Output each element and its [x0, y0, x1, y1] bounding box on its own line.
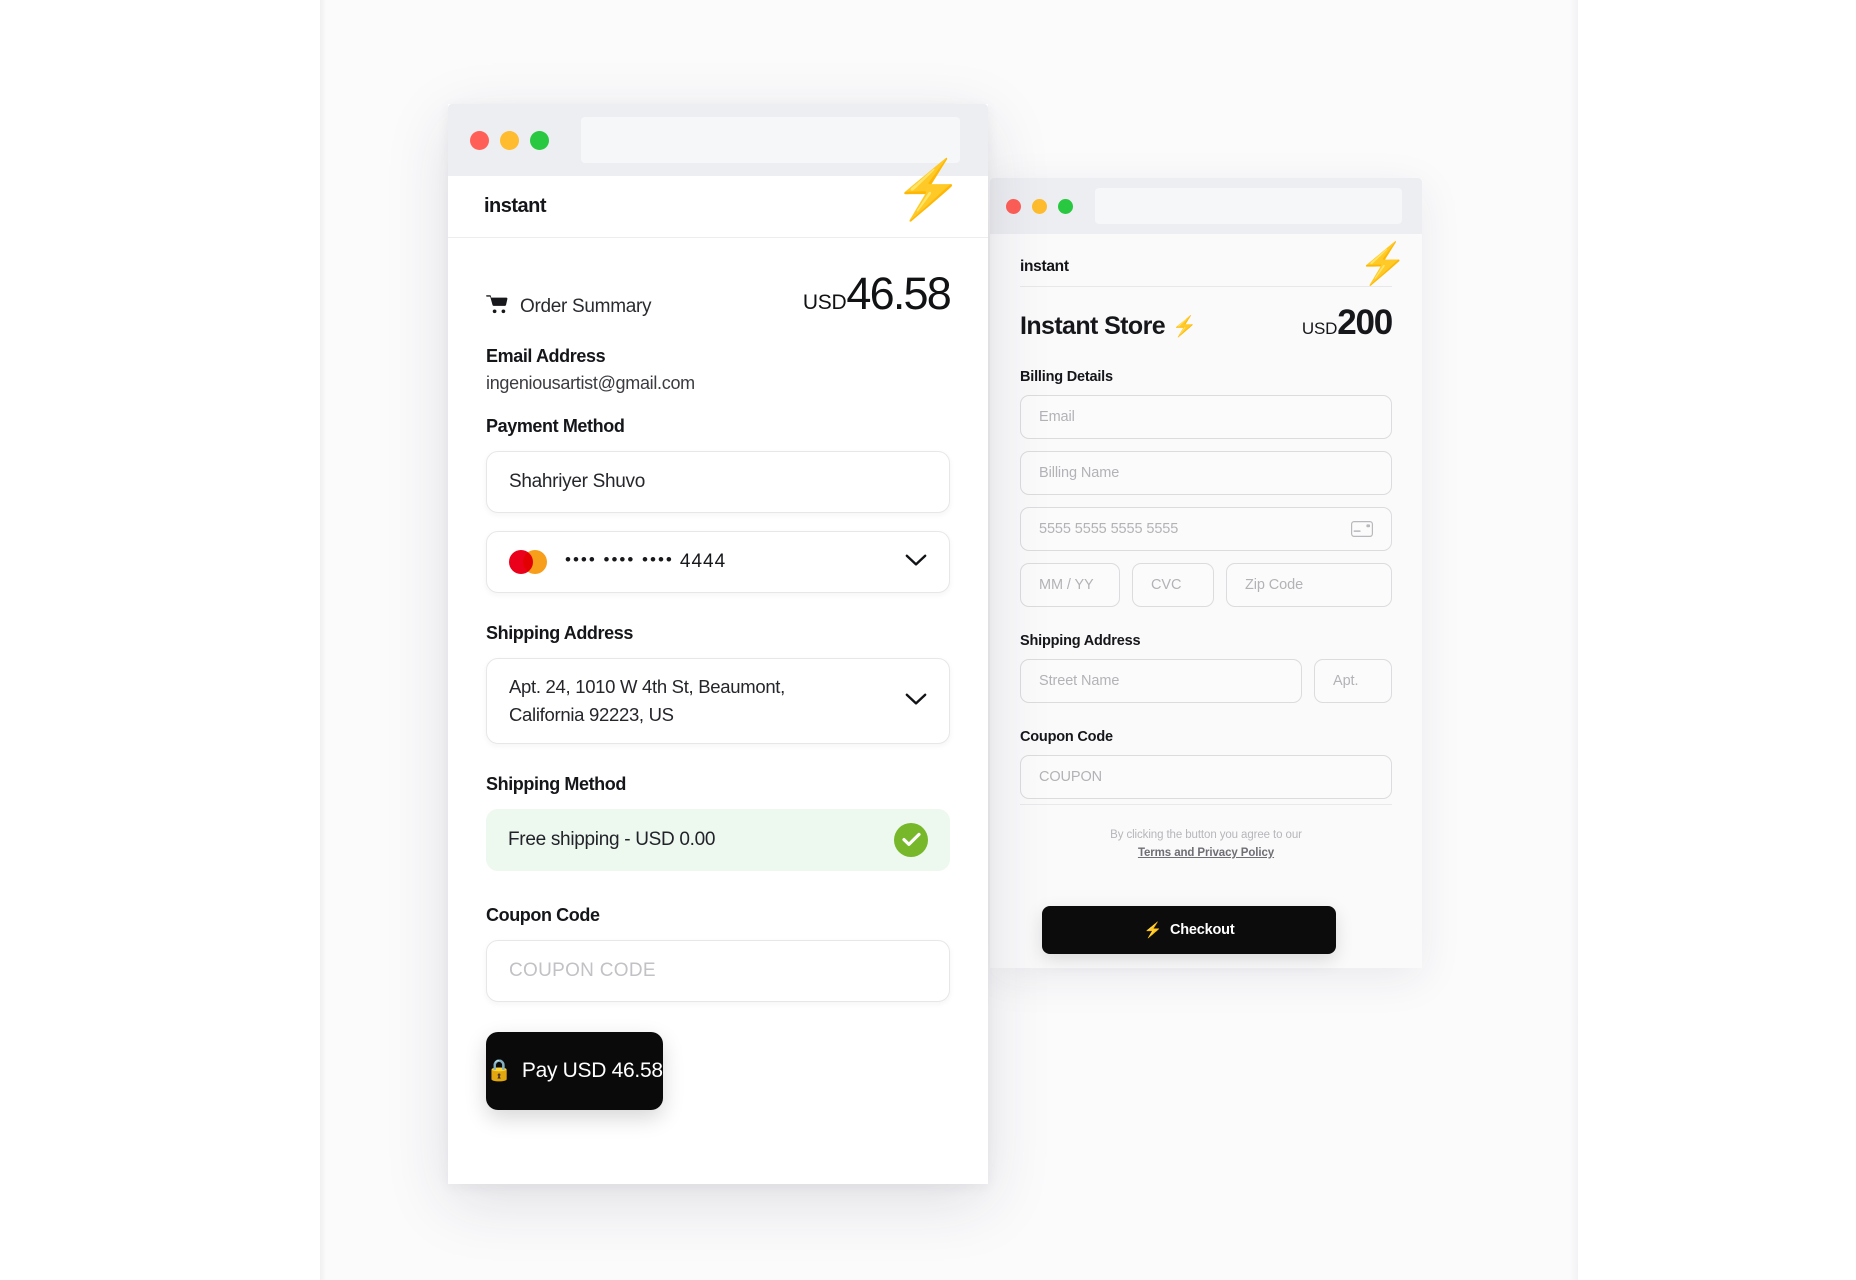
order-summary-row: Order Summary USD 46.58 [448, 238, 988, 320]
shipping-method-option[interactable]: Free shipping - USD 0.00 [486, 808, 950, 871]
right-window-content: instant ⚡ Instant Store ⚡ USD 200 Billin… [990, 244, 1422, 992]
close-window-button[interactable] [470, 130, 489, 150]
lightning-bolt-icon: ⚡ [1143, 922, 1163, 939]
right-brand-row: instant ⚡ [1020, 244, 1408, 287]
saved-card-info: •••• •••• •••• 4444 [509, 550, 905, 574]
right-browser-window: instant ⚡ Instant Store ⚡ USD 200 Billin… [990, 178, 1422, 968]
chevron-down-icon[interactable] [905, 551, 927, 573]
left-brand-label: instant [484, 195, 547, 217]
left-total-currency: USD [802, 291, 847, 314]
saved-card-selector[interactable]: •••• •••• •••• 4444 [486, 531, 950, 593]
minimize-window-button[interactable] [1032, 198, 1047, 214]
card-extra-row: MM / YY CVC Zip Code [1020, 563, 1392, 607]
right-window-traffic-lights [1006, 198, 1073, 214]
terms-notice: By clicking the button you agree to our … [1020, 804, 1392, 863]
payment-method-label: Payment Method [486, 416, 625, 436]
credit-card-icon [1351, 521, 1373, 537]
close-window-button[interactable] [1006, 198, 1021, 214]
card-number-input[interactable]: 5555 5555 5555 5555 [1020, 507, 1392, 551]
left-total-amount: USD 46.58 [802, 268, 952, 320]
card-number-placeholder: 5555 5555 5555 5555 [1039, 521, 1179, 537]
shipping-address-label: Shipping Address [486, 623, 633, 643]
apartment-input[interactable]: Apt. [1314, 659, 1392, 703]
billing-details-label: Billing Details [1020, 369, 1113, 385]
maximize-window-button[interactable] [1058, 198, 1073, 214]
right-brand-label: instant [1020, 258, 1069, 275]
terms-notice-text: By clicking the button you agree to our [1110, 829, 1302, 841]
coupon-code-input[interactable]: COUPON CODE [486, 939, 950, 1002]
card-last4: 4444 [679, 551, 727, 572]
right-coupon-label: Coupon Code [1020, 729, 1113, 745]
checkout-button-label: Checkout [1170, 922, 1235, 938]
card-mask-dots: •••• •••• •••• [565, 550, 674, 569]
store-title-text: Instant Store [1020, 312, 1166, 340]
minimize-window-button[interactable] [500, 130, 519, 150]
left-brand-row: instant ⚡ [448, 162, 988, 238]
checkout-button[interactable]: ⚡ Checkout [1042, 906, 1336, 954]
cardholder-name-value: Shahriyer Shuvo [509, 471, 645, 492]
right-store-title-row: Instant Store ⚡ USD 200 [1020, 303, 1393, 343]
right-total-currency: USD [1301, 319, 1338, 338]
left-total-value: 46.58 [846, 268, 951, 319]
right-total-amount: USD 200 [1301, 303, 1393, 343]
order-summary-group: Order Summary [486, 294, 652, 320]
right-coupon-fields: COUPON [1020, 755, 1392, 799]
coupon-code-label: Coupon Code [486, 904, 600, 925]
shipping-address-row: Street Name Apt. [1020, 659, 1392, 703]
screenshot-canvas: instant ⚡ Instant Store ⚡ USD 200 Billin… [0, 0, 1856, 1280]
right-window-url-bar[interactable] [1095, 188, 1402, 224]
shipping-address-selector[interactable]: Apt. 24, 1010 W 4th St, Beaumont, Califo… [486, 658, 950, 744]
right-coupon-input[interactable]: COUPON [1020, 755, 1392, 799]
store-title: Instant Store ⚡ [1020, 312, 1197, 341]
check-circle-icon [894, 822, 928, 857]
maximize-window-button[interactable] [530, 130, 549, 150]
email-address-value: ingeniousartist@gmail.com [486, 373, 695, 393]
lightning-bolt-icon: ⚡ [1358, 242, 1408, 286]
chevron-down-icon[interactable] [905, 690, 927, 712]
pay-button-label: Pay USD 46.58 [521, 1058, 663, 1082]
billing-fields: Email Billing Name 5555 5555 5555 5555 M… [1020, 395, 1392, 607]
right-window-titlebar [990, 178, 1422, 234]
street-name-input[interactable]: Street Name [1020, 659, 1302, 703]
pay-button[interactable]: 🔒 Pay USD 46.58 [486, 1031, 663, 1110]
cart-icon [486, 294, 508, 320]
left-window-traffic-lights [470, 130, 549, 150]
left-window-content: instant ⚡ Order Summary USD 46.58 Email … [448, 162, 988, 1184]
shipping-address-value: Apt. 24, 1010 W 4th St, Beaumont, Califo… [509, 673, 905, 729]
right-shipping-address-label: Shipping Address [1020, 633, 1141, 649]
right-shipping-fields: Street Name Apt. [1020, 659, 1392, 703]
card-number-masked: •••• •••• •••• 4444 [565, 550, 727, 573]
card-cvc-input[interactable]: CVC [1132, 563, 1214, 607]
card-zip-input[interactable]: Zip Code [1226, 563, 1392, 607]
left-browser-window: instant ⚡ Order Summary USD 46.58 Email … [448, 104, 988, 1184]
mastercard-icon [509, 550, 547, 574]
card-expiry-input[interactable]: MM / YY [1020, 563, 1120, 607]
shipping-method-label: Shipping Method [486, 773, 626, 794]
page-background-left-edge [320, 0, 326, 1280]
shipping-address-line2: California 92223, US [509, 703, 674, 725]
right-total-value: 200 [1337, 303, 1393, 342]
shipping-method-option-label: Free shipping - USD 0.00 [508, 828, 716, 850]
cardholder-name-field[interactable]: Shahriyer Shuvo [486, 451, 950, 513]
page-background-right-edge [1570, 0, 1578, 1280]
shipping-address-line1: Apt. 24, 1010 W 4th St, Beaumont, [509, 676, 785, 697]
email-address-label: Email Address [486, 346, 606, 366]
billing-name-input[interactable]: Billing Name [1020, 451, 1392, 495]
lock-icon: 🔒 [486, 1058, 512, 1082]
order-summary-label: Order Summary [520, 296, 652, 317]
lightning-bolt-icon: ⚡ [1172, 316, 1197, 338]
lightning-bolt-icon: ⚡ [893, 158, 964, 222]
left-window-url-bar[interactable] [581, 117, 960, 163]
terms-and-privacy-link[interactable]: Terms and Privacy Policy [1138, 847, 1274, 859]
billing-email-input[interactable]: Email [1020, 395, 1392, 439]
